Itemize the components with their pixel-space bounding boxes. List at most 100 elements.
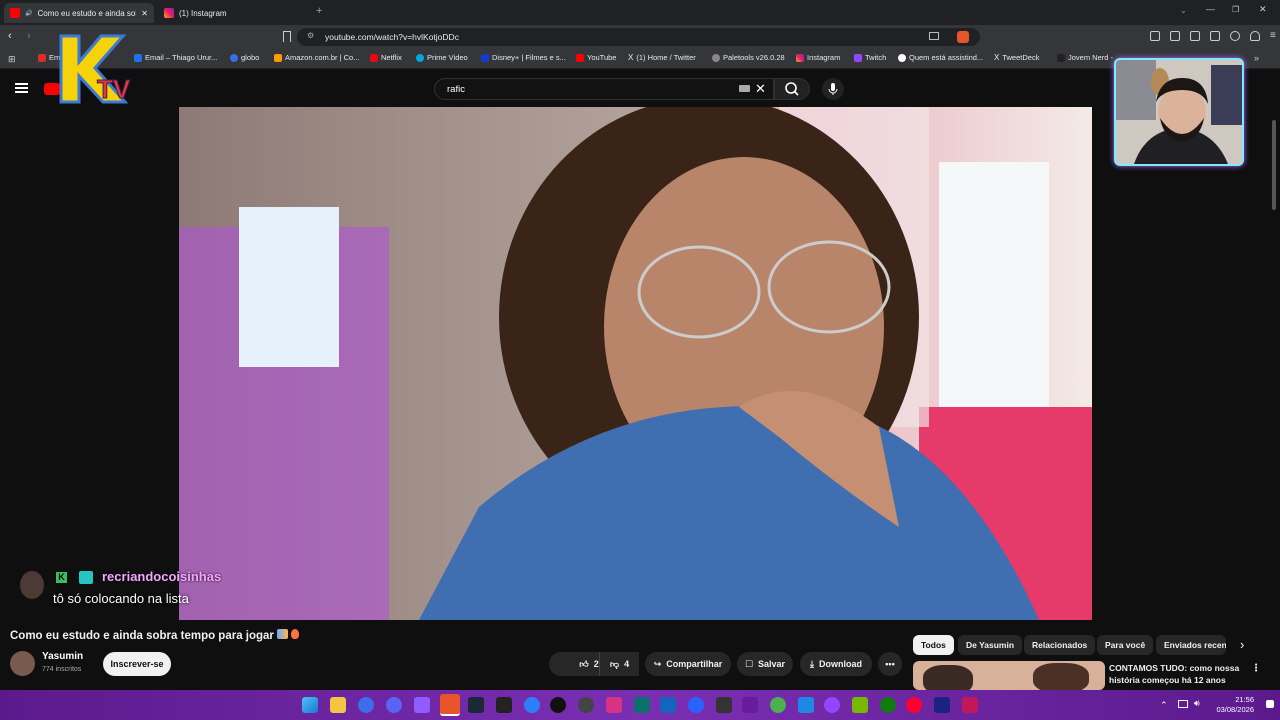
chip-related[interactable]: Relacionados [1024,635,1096,655]
new-tab-icon[interactable]: + [316,5,322,17]
channel-name[interactable]: Yasumin [42,651,83,662]
dislike-button[interactable]: 👎︎ 4 [599,652,639,676]
discord-icon[interactable] [386,697,402,713]
bookmark-item[interactable]: Email – Thiago Urur... [134,53,217,62]
bookmark-item[interactable]: Paletools v26.0.28 [712,53,785,62]
browser-app-icon[interactable] [358,697,374,713]
maximize-icon[interactable]: ❐ [1232,5,1239,14]
address-bar[interactable]: ⚙ youtube.com/watch?v=hvlKotjoDDc [297,28,980,46]
keyboard-icon[interactable] [739,85,750,92]
app-icon[interactable] [688,697,704,713]
cast-icon[interactable] [929,32,939,40]
app-icon[interactable] [606,697,622,713]
bookmark-item[interactable]: Quem está assistind... [898,53,983,62]
xbox-icon[interactable] [880,697,896,713]
bookmark-label: Prime Video [427,53,468,62]
shield-icon[interactable] [1250,31,1260,41]
more-bookmarks-icon[interactable]: » [1254,53,1259,63]
bookmark-item[interactable]: X (1) Home / Twitter [628,53,696,62]
recommended-title[interactable]: CONTAMOS TUDO: como nossa história começ… [1109,662,1244,686]
forward-icon[interactable]: › [27,30,31,42]
chip-all[interactable]: Todos [913,635,954,655]
app-icon[interactable] [906,697,922,713]
app-icon[interactable] [578,697,594,713]
apps-icon[interactable]: ⊞ [8,54,16,65]
app-icon[interactable] [824,697,840,713]
bookmark-item[interactable]: X TweetDeck [994,53,1039,62]
tab-youtube[interactable]: 🔊 Como eu estudo e ainda sobr ✕ [4,3,154,23]
app-icon[interactable] [634,697,650,713]
notification-icon[interactable] [1266,700,1274,708]
recommended-menu-icon[interactable]: ⋮ [1251,663,1261,674]
nvidia-icon[interactable] [852,697,868,713]
close-icon[interactable]: ✕ [141,9,148,18]
bookmark-item[interactable]: Jovem Nerd - [1057,53,1113,62]
chip-recently-uploaded[interactable]: Enviados recen [1156,635,1226,655]
download-button[interactable]: ⤓ Download [800,652,872,676]
app-icon[interactable] [934,697,950,713]
bookmark-item[interactable]: Twitch [854,53,886,62]
clear-search-icon[interactable]: ✕ [755,81,766,97]
channel-avatar[interactable] [10,651,35,676]
webcam-frame [1116,60,1242,164]
bookmark-item[interactable]: Netflix [370,53,402,62]
save-button[interactable]: ☐ Salvar [737,652,793,676]
streamer-webcam [1114,58,1244,166]
app-icon[interactable] [798,697,814,713]
bookmark-item[interactable]: YouTube [576,53,616,62]
clock[interactable]: 21:56 03/08/2026 [1214,695,1254,715]
app-icon[interactable] [414,697,430,713]
brave-icon[interactable] [957,31,969,43]
file-explorer-icon[interactable] [330,697,346,713]
search-input[interactable]: rafic ✕ [434,78,774,100]
menu-icon[interactable]: ≡ [1270,31,1276,41]
bookmark-item[interactable]: Prime Video [416,53,468,62]
more-actions-button[interactable]: ••• [878,652,902,676]
volume-icon[interactable]: 🔊︎ [1194,698,1200,709]
bookmark-item[interactable]: Disney+ | Filmes e s... [481,53,566,62]
music-icon[interactable] [1170,31,1180,41]
netflix-icon [370,53,378,62]
bookmark-item[interactable]: Amazon.com.br | Co... [274,53,359,62]
chip-from-channel[interactable]: De Yasumin [958,635,1023,655]
bookmark-star-icon[interactable] [283,31,291,42]
sidebar-icon[interactable] [1190,31,1200,41]
app-icon[interactable] [524,697,540,713]
chip-label: Enviados recen [1164,640,1226,650]
network-icon[interactable] [1178,700,1188,708]
extensions-icon[interactable] [1150,31,1160,41]
back-icon[interactable]: ‹ [8,30,12,42]
app-icon[interactable] [716,697,732,713]
youtube-icon [10,8,20,18]
app-icon[interactable] [962,697,978,713]
leo-icon[interactable] [1230,31,1240,41]
start-icon[interactable] [302,697,318,713]
share-button[interactable]: ↪ Compartilhar [645,652,731,676]
brave-taskbar-icon[interactable] [440,694,460,716]
app-icon[interactable] [660,697,676,713]
hamburger-menu-icon[interactable] [15,83,28,93]
bookmark-item[interactable]: Instagram [796,53,840,62]
obs-icon[interactable] [496,697,512,713]
app-icon[interactable] [550,697,566,713]
video-player[interactable] [179,107,1092,620]
recommended-thumbnail[interactable] [913,661,1105,690]
steam-icon[interactable] [468,697,484,713]
search-button[interactable] [774,78,810,100]
subscribe-button[interactable]: Inscrever-se [103,652,171,676]
bookmark-item[interactable]: globo [230,53,259,62]
subscriber-count: 774 inscritos [42,666,82,673]
tray-chevron-icon[interactable]: ⌃ [1160,700,1168,711]
app-icon[interactable] [742,697,758,713]
wallet-icon[interactable] [1210,31,1220,41]
site-info-icon[interactable]: ⚙ [307,31,314,40]
voice-search-button[interactable] [822,78,844,100]
app-icon[interactable] [770,697,786,713]
chip-for-you[interactable]: Para você [1097,635,1154,655]
chips-next-icon[interactable]: › [1240,637,1244,652]
tab-instagram[interactable]: (1) Instagram [158,3,308,23]
close-window-icon[interactable]: ✕ [1259,4,1267,15]
page-scrollbar[interactable] [1272,120,1276,210]
minimize-icon[interactable]: — [1206,4,1215,14]
tab-search-icon[interactable]: ⌄ [1180,6,1187,15]
